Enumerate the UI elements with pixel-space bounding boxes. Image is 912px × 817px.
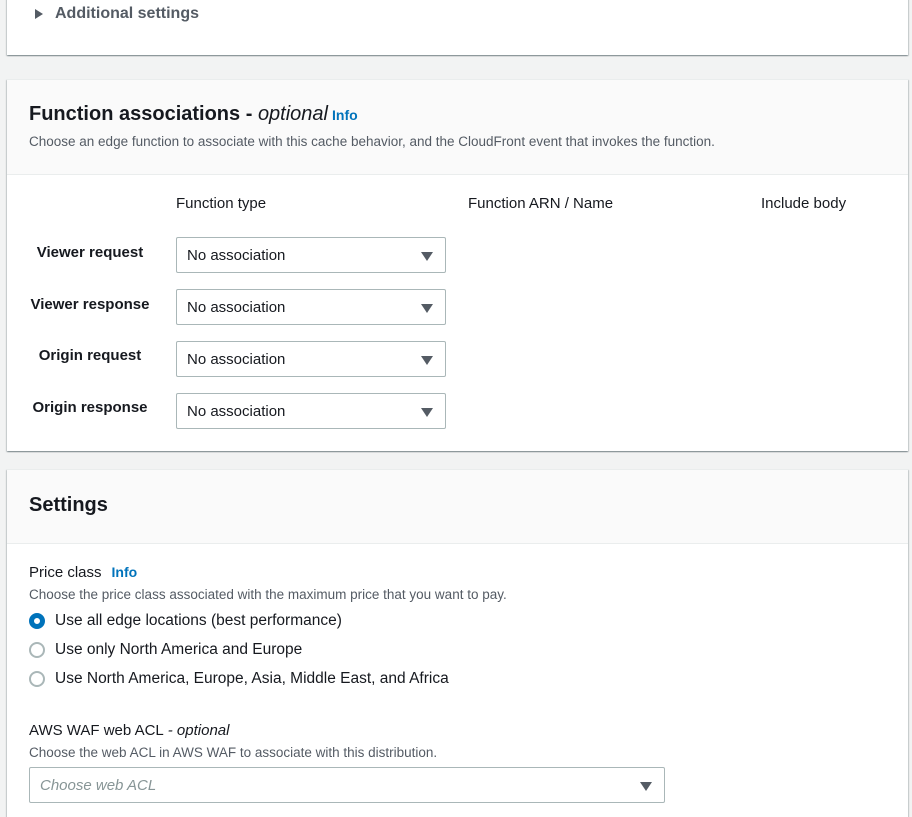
function-associations-info-link[interactable]: Info: [332, 107, 358, 123]
row-label-origin-request: Origin request: [38, 347, 142, 364]
column-function-arn: Function ARN / Name: [468, 195, 614, 212]
caret-down-icon: [421, 408, 433, 417]
caret-down-icon: [421, 304, 433, 313]
row-label-viewer-response: Viewer response: [30, 296, 150, 313]
waf-web-acl-select[interactable]: Choose web ACL: [29, 767, 665, 803]
caret-down-icon: [640, 782, 652, 791]
function-associations-header: Function associations - optional Info Ch…: [7, 80, 908, 175]
price-class-description: Choose the price class associated with t…: [29, 587, 507, 602]
price-class-label: Price class Info: [29, 564, 138, 581]
price-class-option-all[interactable]: Use all edge locations (best performance…: [29, 612, 342, 630]
caret-down-icon: [421, 252, 433, 261]
origin-response-function-select[interactable]: No association: [176, 393, 446, 429]
viewer-response-function-select[interactable]: No association: [176, 289, 446, 325]
column-include-body: Include body: [761, 195, 847, 212]
waf-placeholder: Choose web ACL: [40, 776, 157, 794]
column-function-type: Function type: [176, 195, 267, 212]
radio-checked-icon[interactable]: [29, 613, 45, 629]
price-class-option-na-eu-asia-me-af[interactable]: Use North America, Europe, Asia, Middle …: [29, 670, 449, 688]
radio-unchecked-icon[interactable]: [29, 671, 45, 687]
function-associations-panel: Function associations - optional Info Ch…: [7, 79, 908, 451]
additional-settings-panel: Additional settings: [7, 0, 908, 55]
settings-panel: Settings Price class Info Choose the pri…: [7, 469, 908, 817]
function-associations-title: Function associations - optional: [29, 103, 328, 125]
price-class-info-link[interactable]: Info: [112, 564, 138, 580]
caret-down-icon: [421, 356, 433, 365]
additional-settings-expander[interactable]: Additional settings: [35, 5, 199, 23]
select-value: No association: [187, 246, 286, 264]
row-label-viewer-request: Viewer request: [36, 244, 144, 261]
settings-title: Settings: [29, 494, 108, 516]
waf-label: AWS WAF web ACL - optional: [29, 722, 230, 739]
select-value: No association: [187, 350, 286, 368]
price-class-option-na-eu[interactable]: Use only North America and Europe: [29, 641, 302, 659]
waf-description: Choose the web ACL in AWS WAF to associa…: [29, 745, 438, 760]
select-value: No association: [187, 298, 286, 316]
caret-right-icon: [35, 9, 43, 19]
settings-header: Settings: [7, 470, 908, 544]
select-value: No association: [187, 402, 286, 420]
origin-request-function-select[interactable]: No association: [176, 341, 446, 377]
viewer-request-function-select[interactable]: No association: [176, 237, 446, 273]
additional-settings-label: Additional settings: [55, 5, 199, 22]
function-associations-description: Choose an edge function to associate wit…: [29, 134, 715, 149]
row-label-origin-response: Origin response: [32, 399, 148, 416]
radio-unchecked-icon[interactable]: [29, 642, 45, 658]
